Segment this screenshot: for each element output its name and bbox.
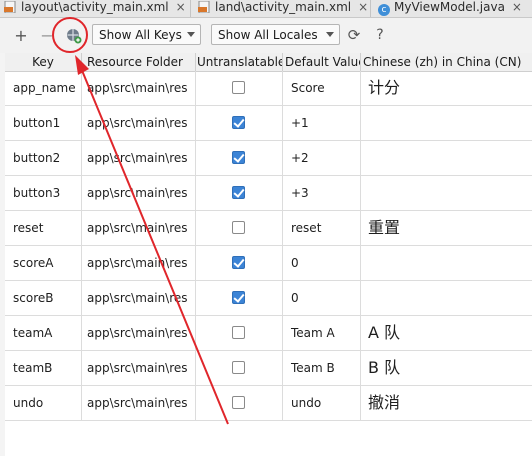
default-value-cell[interactable]: Score: [283, 71, 361, 106]
key-cell[interactable]: scoreA: [5, 246, 82, 281]
untranslatable-checkbox[interactable]: [232, 151, 245, 164]
help-button[interactable]: ?: [370, 18, 390, 53]
tab-myviewmodel-java[interactable]: c MyViewModel.java ×: [378, 0, 522, 17]
chinese-translation-cell[interactable]: [361, 106, 532, 141]
untranslatable-checkbox[interactable]: [232, 396, 245, 409]
table-row[interactable]: teamA app\src\main\res Team AA 队: [5, 316, 532, 351]
chinese-translation-cell[interactable]: A 队: [361, 316, 532, 351]
editor-tab-bar: layout\activity_main.xml × land\activity_…: [0, 0, 532, 18]
resource-folder-cell[interactable]: app\src\main\res: [82, 281, 196, 316]
column-header-key[interactable]: Key: [5, 53, 82, 71]
key-cell[interactable]: scoreB: [5, 281, 82, 316]
untranslatable-cell[interactable]: [196, 141, 283, 176]
close-icon[interactable]: ×: [358, 0, 368, 14]
resource-folder-cell[interactable]: app\src\main\res: [82, 71, 196, 106]
untranslatable-cell[interactable]: [196, 281, 283, 316]
remove-key-button[interactable]: −: [38, 18, 56, 53]
default-value-cell[interactable]: 0: [283, 281, 361, 316]
resource-folder-cell[interactable]: app\src\main\res: [82, 246, 196, 281]
xml-file-icon: [4, 1, 16, 13]
default-value-cell[interactable]: undo: [283, 386, 361, 421]
key-cell[interactable]: app_name: [5, 71, 82, 106]
translations-toolbar: + − Show All Keys Show All Locales ⟳ ?: [0, 18, 532, 54]
default-value-cell[interactable]: Team A: [283, 316, 361, 351]
chinese-translation-cell[interactable]: 撤消: [361, 386, 532, 421]
untranslatable-cell[interactable]: [196, 351, 283, 386]
chinese-translation-cell[interactable]: 重置: [361, 211, 532, 246]
untranslatable-checkbox[interactable]: [232, 361, 245, 374]
java-class-icon: c: [378, 4, 390, 16]
table-row[interactable]: reset app\src\main\res reset 重置: [5, 211, 532, 246]
table-row[interactable]: app_name app\src\main\res Score 计分: [5, 71, 532, 106]
default-value-cell[interactable]: +1: [283, 106, 361, 141]
chinese-translation-cell[interactable]: B 队: [361, 351, 532, 386]
untranslatable-checkbox[interactable]: [232, 116, 245, 129]
key-cell[interactable]: undo: [5, 386, 82, 421]
refresh-button[interactable]: ⟳: [344, 18, 364, 53]
column-header-untranslatable[interactable]: Untranslatable: [196, 53, 283, 71]
resource-folder-cell[interactable]: app\src\main\res: [82, 106, 196, 141]
key-cell[interactable]: button1: [5, 106, 82, 141]
tab-land-activity-main[interactable]: land\activity_main.xml ×: [198, 0, 368, 17]
table-row[interactable]: teamB app\src\main\res Team BB 队: [5, 351, 532, 386]
resource-folder-cell[interactable]: app\src\main\res: [82, 141, 196, 176]
column-header-default-value[interactable]: Default Value: [283, 53, 361, 71]
add-key-button[interactable]: +: [12, 18, 30, 53]
chinese-translation-cell[interactable]: [361, 176, 532, 211]
column-header-chinese-zh-cn[interactable]: Chinese (zh) in China (CN): [361, 53, 532, 71]
close-icon[interactable]: ×: [176, 0, 186, 14]
untranslatable-checkbox[interactable]: [232, 221, 245, 234]
chevron-down-icon: [187, 32, 195, 37]
default-value-cell[interactable]: reset: [283, 211, 361, 246]
refresh-icon: ⟳: [347, 26, 361, 44]
untranslatable-checkbox[interactable]: [232, 256, 245, 269]
table-row[interactable]: button2 app\src\main\res +2: [5, 141, 532, 176]
keys-filter-dropdown[interactable]: Show All Keys: [92, 24, 201, 45]
key-cell[interactable]: button3: [5, 176, 82, 211]
key-cell[interactable]: button2: [5, 141, 82, 176]
tab-layout-activity-main[interactable]: layout\activity_main.xml ×: [4, 0, 186, 17]
resource-folder-cell[interactable]: app\src\main\res: [82, 386, 196, 421]
key-cell[interactable]: teamB: [5, 351, 82, 386]
default-value-cell[interactable]: +3: [283, 176, 361, 211]
untranslatable-cell[interactable]: [196, 246, 283, 281]
untranslatable-checkbox[interactable]: [232, 81, 245, 94]
close-icon[interactable]: ×: [512, 0, 522, 14]
column-header-resource-folder[interactable]: Resource Folder: [82, 53, 196, 71]
untranslatable-cell[interactable]: [196, 211, 283, 246]
help-icon: ?: [376, 27, 384, 43]
key-cell[interactable]: teamA: [5, 316, 82, 351]
default-value-cell[interactable]: 0: [283, 246, 361, 281]
table-row[interactable]: button1 app\src\main\res +1: [5, 106, 532, 141]
default-value-cell[interactable]: +2: [283, 141, 361, 176]
untranslatable-checkbox[interactable]: [232, 291, 245, 304]
chinese-translation-cell[interactable]: [361, 141, 532, 176]
locales-filter-dropdown[interactable]: Show All Locales: [211, 24, 340, 45]
untranslatable-cell[interactable]: [196, 176, 283, 211]
table-row[interactable]: button3 app\src\main\res +3: [5, 176, 532, 211]
chevron-down-icon: [326, 32, 334, 37]
xml-file-icon: [198, 1, 210, 13]
untranslatable-checkbox[interactable]: [232, 186, 245, 199]
key-cell[interactable]: reset: [5, 211, 82, 246]
untranslatable-cell[interactable]: [196, 316, 283, 351]
chinese-translation-cell[interactable]: [361, 281, 532, 316]
untranslatable-checkbox[interactable]: [232, 326, 245, 339]
table-header: Key Resource Folder Untranslatable Defau…: [5, 53, 532, 72]
chinese-translation-cell[interactable]: [361, 246, 532, 281]
table-row[interactable]: scoreB app\src\main\res 0: [5, 281, 532, 316]
resource-folder-cell[interactable]: app\src\main\res: [82, 316, 196, 351]
resource-folder-cell[interactable]: app\src\main\res: [82, 351, 196, 386]
resource-folder-cell[interactable]: app\src\main\res: [82, 211, 196, 246]
default-value-cell[interactable]: Team B: [283, 351, 361, 386]
table-row[interactable]: undo app\src\main\res undo 撤消: [5, 386, 532, 421]
add-locale-button[interactable]: [62, 18, 86, 53]
globe-add-icon: [67, 29, 82, 44]
table-row[interactable]: scoreA app\src\main\res 0: [5, 246, 532, 281]
untranslatable-cell[interactable]: [196, 71, 283, 106]
untranslatable-cell[interactable]: [196, 386, 283, 421]
chinese-translation-cell[interactable]: 计分: [361, 71, 532, 106]
untranslatable-cell[interactable]: [196, 106, 283, 141]
resource-folder-cell[interactable]: app\src\main\res: [82, 176, 196, 211]
